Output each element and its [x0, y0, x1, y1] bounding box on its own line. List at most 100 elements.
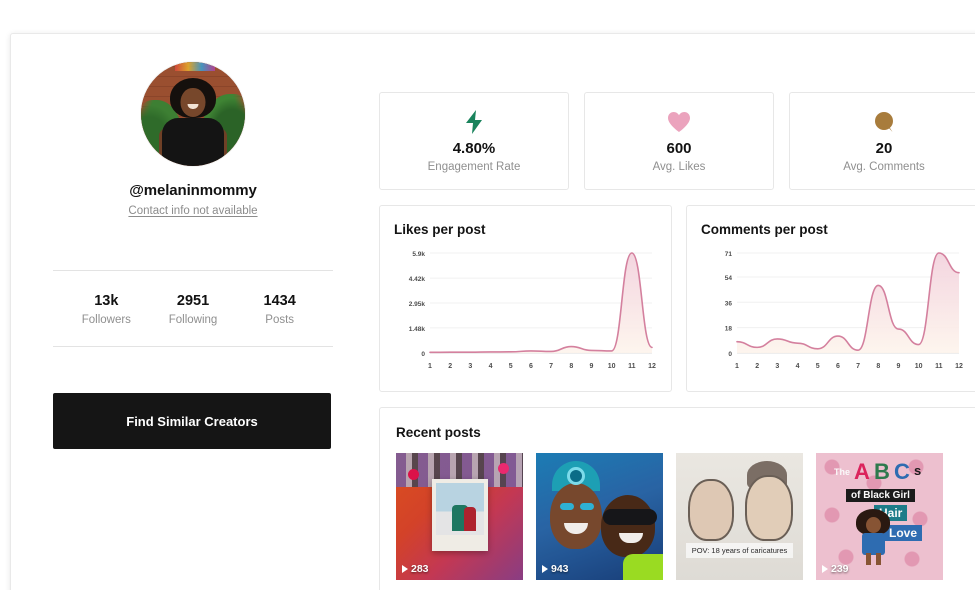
- post-item[interactable]: POV: 18 years of caricatures ❤ 75 8 + 0.…: [676, 453, 803, 590]
- likes-per-post-chart: 5.9k4.42k2.95k1.48k01 2 3 4 5 6 7 8 9 10 11 12: [409, 251, 656, 370]
- svg-text:11: 11: [935, 363, 943, 370]
- svg-text:18: 18: [725, 326, 733, 333]
- svg-text:2: 2: [755, 363, 759, 370]
- post-thumbnail[interactable]: POV: 18 years of caricatures: [676, 453, 803, 580]
- post-stats-row: ❤ 56 4 + 0.5%: [536, 580, 663, 590]
- kpi-engagement-rate-label: Engagement Rate: [427, 161, 521, 173]
- svg-text:54: 54: [725, 275, 733, 282]
- post-thumbnail[interactable]: The A B C s of Black Girl Hair Love 239: [816, 453, 943, 580]
- profile-stats-block: 13k Followers 2951 Following 1434 Posts: [53, 270, 333, 347]
- profile-avatar: [141, 62, 245, 166]
- post-thumbnail[interactable]: 943: [536, 453, 663, 580]
- stat-followers-label: Followers: [81, 314, 131, 326]
- svg-text:5.9k: 5.9k: [412, 251, 425, 258]
- svg-text:11: 11: [628, 363, 636, 370]
- chart-card-comments-per-post: Comments per post 71 54 36 18 0 1 2 3 4 5 6 7 8 9 10 11…: [686, 205, 975, 392]
- post-views-count: 943: [551, 563, 569, 575]
- recent-posts-title: Recent posts: [396, 425, 481, 440]
- post-item[interactable]: 943 ❤ 56 4 + 0.5%: [536, 453, 663, 590]
- creator-profile-panel: @melaninmommy Contact info not available…: [10, 33, 975, 590]
- kpi-avg-likes-label: Avg. Likes: [652, 161, 706, 173]
- heart-icon: [667, 109, 691, 135]
- post-stats-row: ❤ 60 5 + 0.5%: [816, 580, 943, 590]
- recent-posts-card: Recent posts 283 943 POV: 18 years of ca…: [379, 407, 975, 590]
- recent-posts-grid: 283 ❤ 46 7 + 0.4%: [396, 453, 962, 590]
- stat-following: 2951 Following: [150, 293, 237, 326]
- chart-title-likes: Likes per post: [394, 222, 486, 237]
- play-icon: [402, 565, 408, 573]
- thumb-overlay: [816, 453, 943, 580]
- kpi-engagement-rate-value: 4.80%: [452, 140, 496, 157]
- svg-text:71: 71: [725, 251, 733, 258]
- find-similar-creators-button[interactable]: Find Similar Creators: [53, 393, 331, 449]
- lightning-bolt-icon: [464, 109, 484, 135]
- stat-posts-label: Posts: [265, 314, 295, 326]
- svg-text:0: 0: [728, 351, 732, 358]
- stat-following-value: 2951: [176, 293, 210, 309]
- post-views-count: 239: [831, 563, 849, 575]
- svg-text:3: 3: [468, 363, 472, 370]
- profile-column: @melaninmommy Contact info not available…: [53, 62, 333, 449]
- comment-bubble-icon: [873, 109, 895, 135]
- stat-following-label: Following: [168, 314, 218, 326]
- post-views-count: 283: [411, 563, 429, 575]
- svg-text:2: 2: [448, 363, 452, 370]
- charts-row: Likes per post 5.9k 4.42k 2.95k 1.48k 0 1 2 3 4 5…: [379, 205, 975, 392]
- kpi-avg-likes-value: 600: [666, 140, 692, 157]
- stat-followers-value: 13k: [94, 293, 119, 309]
- avatar-face: [180, 88, 206, 117]
- svg-text:3: 3: [775, 363, 779, 370]
- thumb-overlay: [396, 453, 523, 580]
- avatar-body: [162, 118, 224, 166]
- svg-text:9: 9: [897, 363, 901, 370]
- post-thumbnail[interactable]: 283: [396, 453, 523, 580]
- screenshot-root: @melaninmommy Contact info not available…: [0, 0, 975, 590]
- svg-text:8: 8: [876, 363, 880, 370]
- kpi-card-avg-comments: 20 Avg. Comments: [789, 92, 975, 190]
- post-views-badge: 239: [822, 563, 849, 575]
- stat-followers: 13k Followers: [63, 293, 150, 326]
- contact-info-link[interactable]: Contact info not available: [53, 205, 333, 217]
- stat-posts-value: 1434: [263, 293, 296, 309]
- svg-text:12: 12: [648, 363, 656, 370]
- avatar-top-decor: [175, 62, 215, 71]
- post-stats-row: ❤ 46 7 + 0.4%: [396, 580, 523, 590]
- svg-text:4: 4: [796, 363, 800, 370]
- profile-handle: @melaninmommy: [129, 182, 257, 199]
- profile-stats-row: 13k Followers 2951 Following 1434 Posts: [53, 271, 333, 346]
- stat-posts: 1434 Posts: [236, 293, 323, 326]
- kpi-row: 4.80% Engagement Rate 600 Avg. Likes 20 …: [379, 92, 975, 190]
- kpi-card-engagement-rate: 4.80% Engagement Rate: [379, 92, 569, 190]
- post-views-badge: 943: [542, 563, 569, 575]
- svg-text:4.42k: 4.42k: [409, 276, 426, 283]
- kpi-card-avg-likes: 600 Avg. Likes: [584, 92, 774, 190]
- svg-text:9: 9: [590, 363, 594, 370]
- svg-text:4: 4: [489, 363, 493, 370]
- svg-text:1: 1: [735, 363, 739, 370]
- svg-text:6: 6: [836, 363, 840, 370]
- svg-text:5: 5: [509, 363, 513, 370]
- post-item[interactable]: 283 ❤ 46 7 + 0.4%: [396, 453, 523, 590]
- metrics-column: 4.80% Engagement Rate 600 Avg. Likes 20 …: [379, 92, 975, 590]
- svg-text:36: 36: [725, 300, 733, 307]
- thumb-overlay: [676, 453, 803, 580]
- svg-text:7: 7: [549, 363, 553, 370]
- kpi-avg-comments-value: 20: [875, 140, 893, 157]
- svg-text:6: 6: [529, 363, 533, 370]
- svg-text:1: 1: [428, 363, 432, 370]
- svg-text:12: 12: [955, 363, 963, 370]
- svg-text:10: 10: [608, 363, 616, 370]
- play-icon: [822, 565, 828, 573]
- svg-text:1.48k: 1.48k: [409, 326, 426, 333]
- svg-text:0: 0: [421, 351, 425, 358]
- svg-text:8: 8: [569, 363, 573, 370]
- thumb-overlay: [536, 453, 663, 580]
- chart-card-likes-per-post: Likes per post 5.9k 4.42k 2.95k 1.48k 0 1 2 3 4 5…: [379, 205, 672, 392]
- post-item[interactable]: The A B C s of Black Girl Hair Love 239: [816, 453, 943, 590]
- play-icon: [542, 565, 548, 573]
- post-views-badge: 283: [402, 563, 429, 575]
- svg-text:10: 10: [915, 363, 923, 370]
- chart-title-comments: Comments per post: [701, 222, 828, 237]
- avatar-wrapper: [53, 62, 333, 166]
- stats-divider-bottom: [53, 346, 333, 347]
